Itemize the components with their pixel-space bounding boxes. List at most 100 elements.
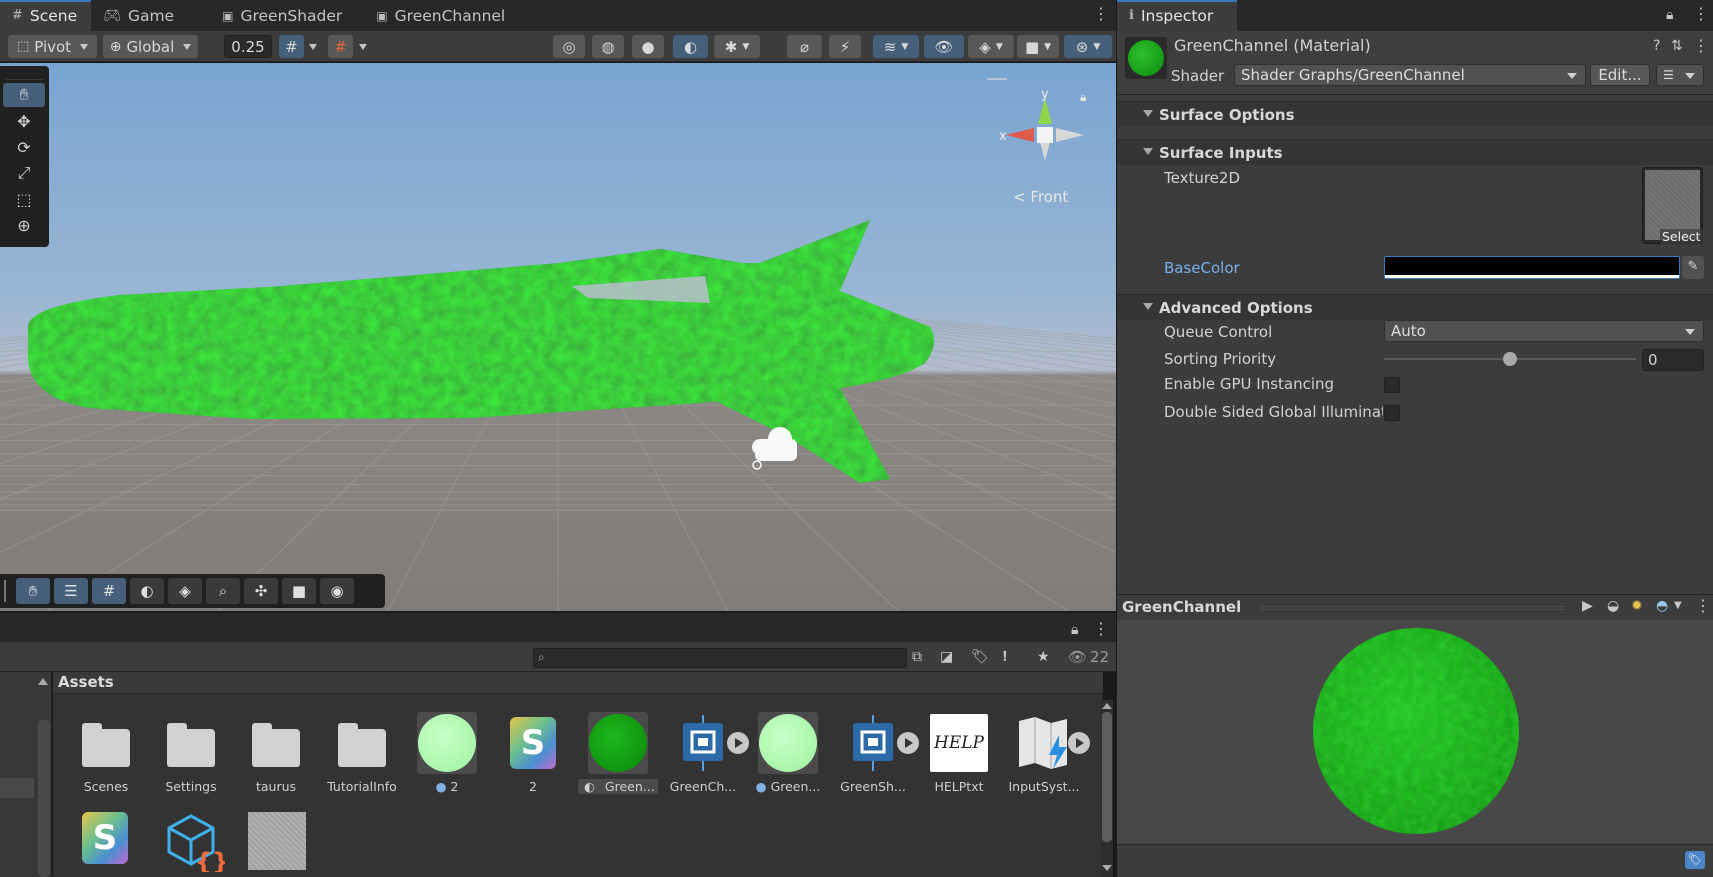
play-icon[interactable] (1068, 732, 1090, 754)
sorting-priority-slider-knob[interactable] (1503, 352, 1517, 366)
layers-dropdown[interactable]: ◈ ▼ (968, 35, 1014, 58)
rotate-tool-button[interactable]: ⟳ (3, 135, 45, 159)
gizmo-drag-handle[interactable] (987, 78, 1007, 80)
filter-by-label-icon[interactable]: 🏷︎ (971, 650, 989, 664)
gizmo-lock-icon[interactable]: 🔒︎ (1080, 90, 1086, 105)
palette-drag-handle[interactable] (6, 70, 43, 80)
tab-greenchannel[interactable]: ▣ GreenChannel (364, 0, 519, 31)
asset-texture-row2[interactable] (248, 812, 306, 870)
snap-increment-field[interactable]: 0.25 (224, 35, 272, 58)
asset-script-row2[interactable]: {} (165, 812, 229, 876)
edit-shader-button[interactable]: Edit... (1590, 64, 1650, 86)
play-icon[interactable] (897, 732, 919, 754)
overlay-drag-handle[interactable] (4, 580, 8, 602)
scene-viewport[interactable] (0, 63, 1116, 611)
tab-game[interactable]: 🎮︎ Game (91, 0, 188, 31)
asset-folder-settings[interactable]: Settings (151, 712, 231, 794)
pivot-dropdown[interactable]: ⬚ Pivot (8, 35, 97, 58)
project-lock-icon[interactable]: 🔒︎ (1071, 623, 1078, 637)
global-dropdown[interactable]: ⊕ Global (103, 35, 198, 58)
preview-play-icon[interactable]: ▶ (1582, 599, 1593, 613)
transform-tool-button[interactable]: ⊕ (3, 213, 45, 237)
surface-options-foldout[interactable]: Surface Options (1117, 101, 1713, 127)
filter-by-log-icon[interactable]: ❗︎ (1003, 650, 1007, 664)
asset-shader-2[interactable]: S 2 (493, 712, 573, 794)
shader-dropdown[interactable]: Shader Graphs/GreenChannel (1234, 64, 1586, 86)
advanced-options-foldout[interactable]: Advanced Options (1117, 294, 1713, 320)
preview-more-icon[interactable]: ⋮ (1695, 598, 1711, 614)
overlay-tool-settings-button[interactable]: ☰ (54, 578, 88, 604)
2d-toggle-button[interactable]: ⌀ (787, 35, 822, 58)
move-tool-button[interactable]: ✥ (3, 109, 45, 133)
debug-draw-dropdown[interactable]: ✱ ▼ (714, 35, 760, 58)
scale-tool-button[interactable]: ⤢ (3, 161, 45, 185)
asset-folder-tutorialinfo[interactable]: TutorialInfo (322, 712, 402, 794)
queue-control-dropdown[interactable]: Auto (1384, 320, 1704, 342)
overlay-layers-button[interactable]: ◈ (168, 578, 202, 604)
shaded-button[interactable]: ● (632, 35, 664, 58)
asset-material-2[interactable]: ● 2 (407, 712, 487, 794)
preview-lights-icon[interactable]: ✹ (1631, 599, 1643, 613)
asset-inputsystem[interactable]: InputSyst... (1004, 712, 1090, 794)
overlay-shading-button[interactable]: ◐ (130, 578, 164, 604)
asset-shadergraph-greenchannel[interactable]: GreenCh... (663, 712, 749, 794)
audio-effects-dropdown[interactable]: ≋ ▼ (873, 35, 919, 58)
overlay-camera-button[interactable]: ■ (282, 578, 316, 604)
preview-resize-handle[interactable] (1260, 604, 1565, 610)
help-icon[interactable]: ? (1653, 39, 1660, 53)
gizmos-dropdown[interactable]: ⊛ ▼ (1064, 35, 1112, 58)
assets-scrollbar-thumb[interactable] (1102, 712, 1112, 842)
unlit-button[interactable]: ◐ (673, 35, 708, 58)
sorting-priority-field[interactable]: 0 (1642, 349, 1704, 371)
hand-tool-button[interactable]: ✋︎ (3, 83, 45, 107)
increment-snap-dropdown[interactable] (352, 35, 370, 58)
surface-inputs-foldout[interactable]: Surface Inputs (1117, 139, 1713, 165)
filter-by-type-icon[interactable]: ◪ (940, 650, 953, 664)
view-projection-label[interactable]: < Front (1013, 188, 1068, 206)
overlay-navigation-button[interactable]: ✣ (244, 578, 278, 604)
overlay-hand-button[interactable]: ✋︎ (16, 578, 50, 604)
tab-scene[interactable]: # Scene (0, 0, 92, 31)
asset-shadergraph-greenshader[interactable]: GreenSh... (833, 712, 919, 794)
scene-visibility-button[interactable]: 👁︎ (924, 35, 964, 58)
asset-labels-icon[interactable]: 🏷︎ (1685, 851, 1705, 869)
wireframe-shading-button[interactable]: ◎ (553, 35, 585, 58)
tree-scroll-up-icon[interactable] (38, 678, 48, 685)
eyedropper-icon[interactable]: ✎ (1682, 256, 1704, 279)
tab-greenshader[interactable]: ▣ GreenShader (210, 0, 356, 31)
texture-select-button[interactable]: Select (1660, 229, 1703, 244)
scroll-up-icon[interactable] (1102, 703, 1112, 709)
camera-dropdown[interactable]: ■ ▼ (1017, 35, 1059, 58)
shader-options-dropdown[interactable]: ☰ (1656, 64, 1704, 86)
overlay-search-button[interactable]: ⌕ (206, 578, 240, 604)
preview-dropdown-icon[interactable]: ▼ (1674, 599, 1682, 613)
preview-mesh-sphere-icon[interactable]: ◒ (1607, 599, 1619, 613)
asset-material-green-selected[interactable]: ◐ Green... (578, 712, 658, 794)
inspector-more-icon[interactable]: ⋮ (1693, 6, 1709, 22)
asset-material-green-light[interactable]: ● Green... (748, 712, 828, 794)
folder-tree-selected-row[interactable] (0, 778, 34, 798)
asset-folder-scenes[interactable]: Scenes (66, 712, 146, 794)
lighting-toggle-button[interactable]: ⚡︎ (829, 35, 861, 58)
tree-scrollbar[interactable] (38, 720, 50, 877)
grid-snap-button[interactable]: # (279, 35, 304, 58)
gpu-instancing-checkbox[interactable] (1384, 377, 1400, 393)
material-thumbnail[interactable] (1125, 37, 1167, 79)
create-from-search-icon[interactable]: ⧉ (912, 650, 922, 664)
hidden-packages-toggle[interactable]: 👁︎ 22 (1068, 648, 1109, 666)
presets-icon[interactable]: ⇅ (1671, 39, 1683, 53)
project-more-icon[interactable]: ⋮ (1093, 621, 1109, 637)
material-more-icon[interactable]: ⋮ (1693, 38, 1709, 54)
overlay-compass-button[interactable]: ◉ (320, 578, 354, 604)
double-sided-gi-checkbox[interactable] (1384, 405, 1400, 421)
play-icon[interactable] (727, 732, 749, 754)
rect-tool-button[interactable]: ⬚ (3, 187, 45, 211)
shaded-wireframe-button[interactable]: ◍ (592, 35, 624, 58)
preview-background-icon[interactable]: ◓ (1656, 599, 1668, 613)
grid-snap-dropdown[interactable] (302, 35, 320, 58)
scene-more-icon[interactable]: ⋮ (1093, 6, 1109, 22)
overlay-grid-button[interactable]: # (92, 578, 126, 604)
assets-breadcrumb[interactable]: Assets (58, 673, 114, 691)
asset-text-helptxt[interactable]: HELP HELPtxt (919, 712, 999, 794)
green-airplane-model[interactable] (0, 63, 1116, 611)
